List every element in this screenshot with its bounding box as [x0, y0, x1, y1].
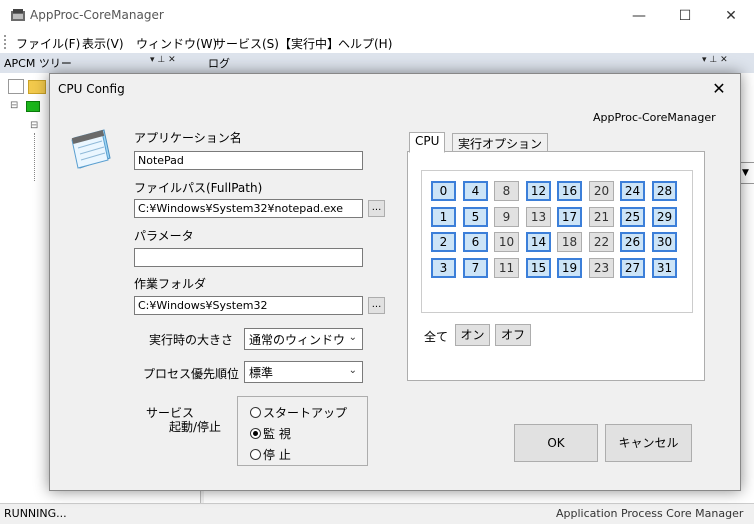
workdir-label: 作業フォルダ	[134, 277, 207, 291]
tree-node-icon	[26, 101, 40, 112]
service-label-line2: 起動/停止	[169, 420, 222, 434]
log-pane-title: ログ	[208, 57, 230, 70]
tree-pane-pin-icon[interactable]: ▾ ⊥ ✕	[150, 55, 176, 65]
file-path-browse-button[interactable]: ...	[368, 200, 385, 217]
cpu-toggle-24[interactable]: 24	[620, 181, 645, 201]
parameter-label: パラメータ	[134, 229, 194, 243]
cpu-toggle-8[interactable]: 8	[494, 181, 519, 201]
cpu-toggle-5[interactable]: 5	[463, 207, 488, 227]
close-button[interactable]: ✕	[708, 0, 754, 31]
parameter-input[interactable]	[134, 248, 363, 267]
chevron-down-icon: ⌄	[348, 365, 357, 376]
cpu-toggle-31[interactable]: 31	[652, 258, 677, 278]
minimize-button[interactable]: —	[616, 0, 662, 31]
tree-line	[34, 133, 36, 181]
cpu-toggle-18[interactable]: 18	[557, 232, 582, 252]
maximize-button[interactable]: ☐	[662, 0, 708, 31]
folder-icon[interactable]	[28, 80, 46, 94]
cpu-toggle-27[interactable]: 27	[620, 258, 645, 278]
app-name-input[interactable]: NotePad	[134, 151, 363, 170]
cpu-toggle-15[interactable]: 15	[526, 258, 551, 278]
priority-select[interactable]: 標準 ⌄	[244, 361, 363, 383]
tree-expander-icon-2[interactable]: ⊟	[30, 120, 38, 131]
cpu-toggle-17[interactable]: 17	[557, 207, 582, 227]
file-path-label: ファイルパス(FullPath)	[134, 181, 263, 195]
cpu-toggle-21[interactable]: 21	[589, 207, 614, 227]
cpu-toggle-14[interactable]: 14	[526, 232, 551, 252]
dialog-brand-label: AppProc-CoreManager	[593, 111, 716, 124]
app-name-label: アプリケーション名	[134, 131, 242, 145]
all-label: 全て	[424, 330, 449, 344]
dialog-title: CPU Config	[58, 82, 125, 96]
priority-value: 標準	[249, 366, 274, 380]
tree-pane-title: APCM ツリー	[4, 57, 72, 70]
cpu-toggle-9[interactable]: 9	[494, 207, 519, 227]
cpu-toggle-12[interactable]: 12	[526, 181, 551, 201]
radio-monitor-label: 監 視	[263, 427, 291, 441]
new-icon[interactable]	[8, 79, 24, 94]
cpu-toggle-30[interactable]: 30	[652, 232, 677, 252]
radio-monitor[interactable]: 監 視	[250, 425, 291, 442]
pane-header-strip	[0, 53, 754, 73]
ok-button[interactable]: OK	[514, 424, 598, 462]
tab-exec-options[interactable]: 実行オプション	[452, 133, 549, 152]
window-title: AppProc-CoreManager	[30, 8, 164, 22]
cpu-toggle-10[interactable]: 10	[494, 232, 519, 252]
window-size-value: 通常のウィンドウ	[249, 333, 346, 347]
cpu-toggle-7[interactable]: 7	[463, 258, 488, 278]
status-text: RUNNING...	[4, 507, 67, 520]
radio-circle-icon	[250, 449, 261, 460]
menu-help[interactable]: ヘルプ(H)	[338, 35, 392, 52]
all-off-button[interactable]: オフ	[495, 324, 531, 346]
menu-file[interactable]: ファイル(F)	[16, 35, 80, 52]
cpu-toggle-16[interactable]: 16	[557, 181, 582, 201]
chevron-down-icon: ⌄	[348, 332, 357, 343]
cpu-toggle-0[interactable]: 0	[431, 181, 456, 201]
cpu-toggle-3[interactable]: 3	[431, 258, 456, 278]
radio-startup-label: スタートアップ	[263, 406, 348, 420]
cpu-toggle-29[interactable]: 29	[652, 207, 677, 227]
dialog-close-button[interactable]: ✕	[706, 76, 732, 100]
window-size-select[interactable]: 通常のウィンドウ ⌄	[244, 328, 363, 350]
cpu-toggle-1[interactable]: 1	[431, 207, 456, 227]
status-app-name: Application Process Core Manager	[556, 507, 744, 520]
menu-service[interactable]: サービス(S)【実行中】	[214, 35, 339, 52]
cpu-toggle-4[interactable]: 4	[463, 181, 488, 201]
menu-view[interactable]: 表示(V)	[82, 35, 124, 52]
all-on-button[interactable]: オン	[455, 324, 490, 346]
cancel-button[interactable]: キャンセル	[605, 424, 692, 462]
radio-stop-label: 停 止	[263, 448, 291, 462]
workdir-input[interactable]: C:¥Windows¥System32	[134, 296, 363, 315]
notepad-icon	[68, 128, 114, 173]
grip-icon	[4, 35, 8, 49]
tree-expander-icon[interactable]: ⊟	[10, 100, 18, 111]
menu-window[interactable]: ウィンドウ(W)	[136, 35, 217, 52]
priority-label: プロセス優先順位	[143, 367, 240, 381]
cpu-toggle-26[interactable]: 26	[620, 232, 645, 252]
window-size-label: 実行時の大きさ	[149, 333, 234, 347]
cpu-toggle-23[interactable]: 23	[589, 258, 614, 278]
cpu-toggle-25[interactable]: 25	[620, 207, 645, 227]
cpu-toggle-11[interactable]: 11	[494, 258, 519, 278]
radio-stop[interactable]: 停 止	[250, 446, 291, 463]
workdir-browse-button[interactable]: ...	[368, 297, 385, 314]
radio-circle-icon	[250, 407, 261, 418]
log-pane-pin-icon[interactable]: ▾ ⊥ ✕	[702, 55, 728, 65]
file-path-input[interactable]: C:¥Windows¥System32¥notepad.exe	[134, 199, 363, 218]
cpu-toggle-2[interactable]: 2	[431, 232, 456, 252]
radio-startup[interactable]: スタートアップ	[250, 404, 347, 421]
app-icon	[10, 8, 26, 22]
cpu-toggle-20[interactable]: 20	[589, 181, 614, 201]
cpu-toggle-6[interactable]: 6	[463, 232, 488, 252]
cpu-toggle-13[interactable]: 13	[526, 207, 551, 227]
tab-cpu[interactable]: CPU	[409, 132, 446, 153]
cpu-toggle-19[interactable]: 19	[557, 258, 582, 278]
radio-selected-icon	[250, 428, 261, 439]
cpu-toggle-28[interactable]: 28	[652, 181, 677, 201]
cpu-toggle-22[interactable]: 22	[589, 232, 614, 252]
